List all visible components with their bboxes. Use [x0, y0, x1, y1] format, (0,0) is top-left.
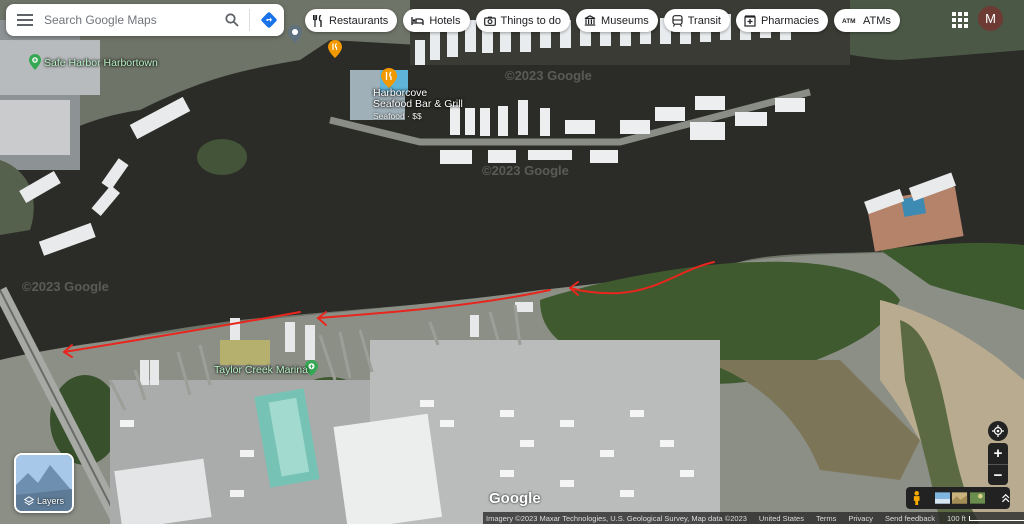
zoom-in-button[interactable]: +: [988, 443, 1008, 464]
chip-label: Restaurants: [329, 14, 389, 27]
directions-icon[interactable]: [254, 4, 284, 36]
zoom-out-button[interactable]: −: [988, 465, 1008, 486]
train-icon: [672, 14, 683, 27]
imagery-attribution: Imagery ©2023 Maxar Technologies, U.S. G…: [486, 513, 747, 523]
marina-pin-icon[interactable]: [29, 54, 41, 70]
scale-line: [968, 515, 1024, 521]
chip-restaurants[interactable]: Restaurants: [305, 9, 398, 32]
terms-link[interactable]: Terms: [816, 514, 836, 523]
svg-text:ATM: ATM: [842, 18, 856, 25]
map-watermark: ©2023 Google: [22, 279, 109, 294]
scale-bar[interactable]: 100 ft: [947, 514, 1024, 523]
google-logo: Google: [489, 490, 541, 507]
zoom-controls: + −: [988, 443, 1008, 485]
restaurant-name-line2: Seafood Bar & Grill: [373, 98, 463, 110]
bed-icon: [411, 16, 424, 25]
place-label-taylor-creek[interactable]: Taylor Creek Marina: [214, 364, 308, 376]
chip-label: Transit: [687, 14, 721, 27]
chip-atms[interactable]: ATM ATMs: [834, 9, 900, 32]
restaurant-pin-icon[interactable]: [381, 68, 397, 88]
place-label-safe-harbor[interactable]: Safe Harbor Harbortown: [44, 57, 158, 69]
crosshair-icon: [992, 425, 1004, 437]
fork-knife-icon: [313, 14, 322, 27]
map-watermark: ©2023 Google: [505, 68, 592, 83]
privacy-link[interactable]: Privacy: [848, 514, 873, 523]
expand-chevron-icon[interactable]: [1001, 493, 1010, 503]
restaurant-category: Seafood · $$: [373, 111, 422, 121]
attribution-bar: Imagery ©2023 Maxar Technologies, U.S. G…: [483, 512, 1024, 524]
restaurant-pin-icon[interactable]: [328, 40, 342, 58]
chip-transit[interactable]: Transit: [663, 9, 730, 32]
atm-icon: ATM: [842, 18, 856, 25]
layers-button[interactable]: Layers: [14, 453, 74, 513]
satellite-imagery-thumbnail[interactable]: [935, 492, 951, 504]
museum-icon: [584, 15, 596, 26]
scale-label: 100 ft: [947, 513, 966, 523]
menu-icon[interactable]: [6, 4, 44, 36]
terrain-imagery-thumbnail[interactable]: [952, 492, 968, 504]
place-label-restaurant[interactable]: Harborcove Seafood Bar & Grill: [373, 88, 463, 110]
search-divider: [249, 9, 250, 31]
chip-museums[interactable]: Museums: [576, 9, 658, 32]
camera-icon: [483, 16, 496, 26]
chip-pharmacies[interactable]: Pharmacies: [735, 9, 829, 32]
search-box: Search Google Maps: [6, 4, 284, 36]
my-location-button[interactable]: [988, 421, 1008, 441]
chip-hotels[interactable]: Hotels: [403, 9, 470, 32]
chip-label: Hotels: [429, 14, 461, 27]
layers-icon: [23, 496, 34, 506]
chip-label: Pharmacies: [760, 14, 820, 27]
chip-things-to-do[interactable]: Things to do: [475, 9, 571, 32]
chip-label: Things to do: [500, 14, 562, 27]
category-chips: Restaurants Hotels Things to do Museums …: [305, 9, 900, 32]
apps-grid-icon[interactable]: [951, 11, 969, 29]
pharmacy-icon: [744, 14, 756, 27]
photo-imagery-thumbnail[interactable]: [969, 492, 985, 504]
bottom-right-controls: [906, 487, 1010, 509]
layers-label: Layers: [36, 496, 64, 506]
send-feedback-link[interactable]: Send feedback: [885, 514, 935, 523]
chip-label: Museums: [601, 14, 649, 27]
place-pin-icon[interactable]: [288, 25, 302, 43]
search-input[interactable]: Search Google Maps: [44, 13, 219, 27]
chip-label: ATMs: [863, 14, 891, 27]
search-icon[interactable]: [219, 4, 245, 36]
map-watermark: ©2023 Google: [482, 163, 569, 178]
country-link[interactable]: United States: [759, 514, 804, 523]
pegman-icon[interactable]: [912, 490, 921, 506]
account-avatar[interactable]: M: [978, 6, 1003, 31]
